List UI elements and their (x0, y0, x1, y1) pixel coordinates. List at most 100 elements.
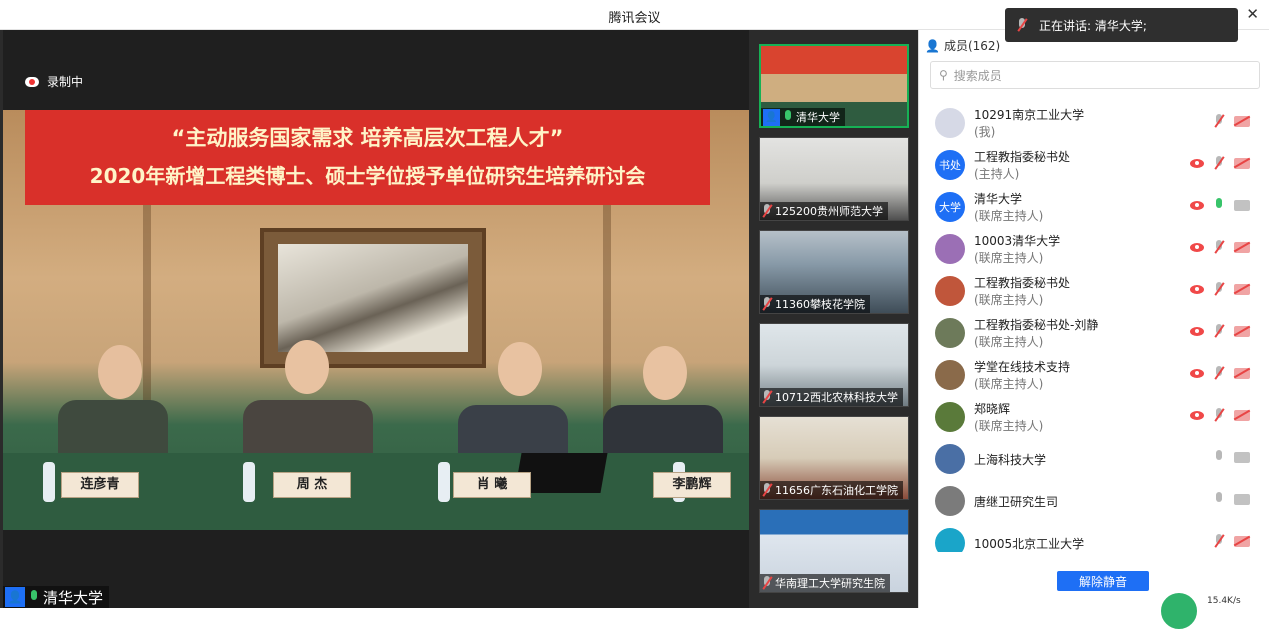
avatar (935, 444, 965, 474)
avatar (935, 318, 965, 348)
mic-icon[interactable] (1214, 198, 1224, 212)
mic-icon (783, 110, 793, 124)
mic-icon[interactable] (1214, 450, 1224, 464)
camera-icon[interactable] (1234, 451, 1250, 463)
speaker-name: 清华大学 (43, 588, 104, 607)
thumbnail-tile[interactable]: 10712西北农林科技大学 (759, 323, 909, 407)
camera-icon[interactable] (1234, 199, 1250, 211)
member-name: 唐继卫研究生司 (974, 495, 1059, 509)
thumbnail-tile[interactable]: 11360攀枝花学院 (759, 230, 909, 314)
camera-off-icon[interactable] (1234, 409, 1250, 421)
thumbnail-tile[interactable]: 👤 清华大学 (759, 44, 909, 128)
conference-banner: “主动服务国家需求 培养高层次工程人才” 2020年新增工程类博士、硕士学位授予… (25, 110, 710, 205)
mic-icon[interactable] (1214, 492, 1224, 506)
avatar (935, 402, 965, 432)
member-search-input[interactable]: ⚲ 搜索成员 (930, 61, 1260, 89)
camera-off-icon[interactable] (1234, 535, 1250, 547)
nameplate: 肖 曦 (453, 472, 531, 498)
member-row[interactable]: 大学 清华大学 (联席主持人) (919, 186, 1269, 228)
avatar (935, 528, 965, 552)
banner-line-1: “主动服务国家需求 培养高层次工程人才” (171, 126, 564, 150)
mic-muted-icon (1017, 18, 1027, 32)
member-list: 10291南京工业大学 (我) 书处 工程教指委秘书处 (主持人) 大学 清华大学 (联席主持… (919, 102, 1269, 552)
member-row[interactable]: 工程教指委秘书处 (联席主持人) (919, 270, 1269, 312)
unmute-button[interactable]: 解除静音 (1057, 571, 1149, 591)
member-row[interactable]: 上海科技大学 (919, 438, 1269, 480)
eye-icon[interactable] (1190, 410, 1204, 420)
member-row[interactable]: 10005北京工业大学 (919, 522, 1269, 552)
camera-off-icon[interactable] (1234, 283, 1250, 295)
nameplate: 李鹏辉 (653, 472, 731, 498)
close-icon[interactable]: ✕ (1246, 5, 1259, 23)
recording-label: 录制中 (47, 75, 84, 89)
mic-muted-icon[interactable] (1214, 156, 1224, 170)
member-row[interactable]: 郑晓辉 (联席主持人) (919, 396, 1269, 438)
video-stage: 录制中 “主动服务国家需求 培养高层次工程人才” 2020年新增工程类博士、硕士… (0, 30, 918, 608)
avatar: 大学 (935, 192, 965, 222)
network-indicator-icon (1159, 591, 1199, 631)
eye-icon[interactable] (1190, 326, 1204, 336)
speaking-toast: 正在讲话: 清华大学; (1005, 8, 1238, 42)
camera-icon[interactable] (1234, 493, 1250, 505)
camera-off-icon[interactable] (1234, 367, 1250, 379)
eye-icon[interactable] (1190, 200, 1204, 210)
member-row[interactable]: 书处 工程教指委秘书处 (主持人) (919, 144, 1269, 186)
avatar (935, 234, 965, 264)
mic-muted-icon[interactable] (1214, 534, 1224, 548)
mic-muted-icon[interactable] (1214, 114, 1224, 128)
network-speed: 15.4K/s (1207, 596, 1241, 606)
mic-muted-icon[interactable] (1214, 408, 1224, 422)
mic-muted-icon[interactable] (1214, 324, 1224, 338)
mic-muted-icon[interactable] (1214, 282, 1224, 296)
user-icon: 👤 (5, 587, 25, 607)
member-row[interactable]: 10291南京工业大学 (我) (919, 102, 1269, 144)
member-row[interactable]: 10003清华大学 (联席主持人) (919, 228, 1269, 270)
camera-off-icon[interactable] (1234, 157, 1250, 169)
eye-icon[interactable] (1190, 368, 1204, 378)
member-row[interactable]: 工程教指委秘书处-刘静 (联席主持人) (919, 312, 1269, 354)
member-row[interactable]: 学堂在线技术支持 (联席主持人) (919, 354, 1269, 396)
member-role: (联席主持人) (974, 293, 1044, 307)
thumbnail-strip: 👤 清华大学 125200贵州师范大学 11360攀枝花学院 10712西北农林… (752, 30, 918, 608)
thumbnail-tile[interactable]: 125200贵州师范大学 (759, 137, 909, 221)
member-role: (联席主持人) (974, 335, 1044, 349)
member-row[interactable]: 唐继卫研究生司 (919, 480, 1269, 522)
eye-icon[interactable] (1190, 284, 1204, 294)
eye-icon[interactable] (1190, 158, 1204, 168)
camera-off-icon[interactable] (1234, 325, 1250, 337)
thumbnail-tile[interactable]: 11656广东石油化工学院 (759, 416, 909, 500)
camera-off-icon[interactable] (1234, 241, 1250, 253)
user-icon: 👤 (925, 38, 940, 53)
member-name: 清华大学 (974, 192, 1023, 206)
avatar (935, 360, 965, 390)
thumbnail-label: 11656广东石油化工学院 (775, 484, 898, 497)
member-role: (主持人) (974, 167, 1020, 181)
member-role: (联席主持人) (974, 419, 1044, 433)
member-name: 工程教指委秘书处 (974, 150, 1071, 164)
member-role: (联席主持人) (974, 377, 1044, 391)
thumbnail-tile[interactable]: 华南理工大学研究生院 (759, 509, 909, 593)
thumbnail-label: 华南理工大学研究生院 (775, 577, 885, 590)
avatar: 书处 (935, 150, 965, 180)
avatar (935, 486, 965, 516)
avatar (935, 108, 965, 138)
speaking-text: 正在讲话: 清华大学; (1039, 18, 1147, 33)
mic-muted-icon[interactable] (1214, 366, 1224, 380)
mic-muted-icon (762, 390, 772, 404)
cloud-record-icon (25, 76, 39, 87)
mic-muted-icon (762, 297, 772, 311)
mic-muted-icon[interactable] (1214, 240, 1224, 254)
nameplate: 连彦青 (61, 472, 139, 498)
mic-icon (29, 590, 39, 604)
avatar (935, 276, 965, 306)
search-icon: ⚲ (939, 68, 948, 82)
eye-icon[interactable] (1190, 242, 1204, 252)
camera-off-icon[interactable] (1234, 115, 1250, 127)
conference-scene: “主动服务国家需求 培养高层次工程人才” 2020年新增工程类博士、硕士学位授予… (3, 110, 749, 530)
member-role: (联席主持人) (974, 251, 1044, 265)
network-status: 15.4K/s (1149, 591, 1269, 631)
member-name: 工程教指委秘书处-刘静 (974, 318, 1099, 332)
member-name: 上海科技大学 (974, 453, 1047, 467)
banner-line-2: 2020年新增工程类博士、硕士学位授予单位研究生培养研讨会 (89, 164, 646, 188)
member-name: 郑晓辉 (974, 402, 1011, 416)
